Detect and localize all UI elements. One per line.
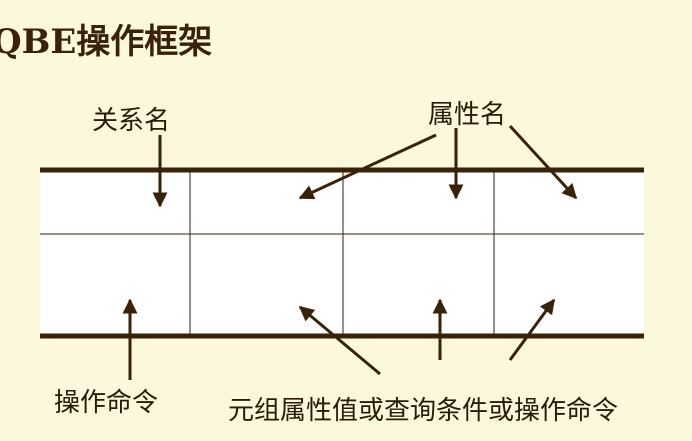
qbe-frame-diagram xyxy=(40,124,644,380)
tuple-values-label: 元组属性值或查询条件或操作命令 xyxy=(228,396,619,426)
attribute-name-label: 属性名 xyxy=(428,100,507,130)
operation-command-label: 操作命令 xyxy=(54,388,159,418)
relation-name-label: 关系名 xyxy=(92,106,171,136)
